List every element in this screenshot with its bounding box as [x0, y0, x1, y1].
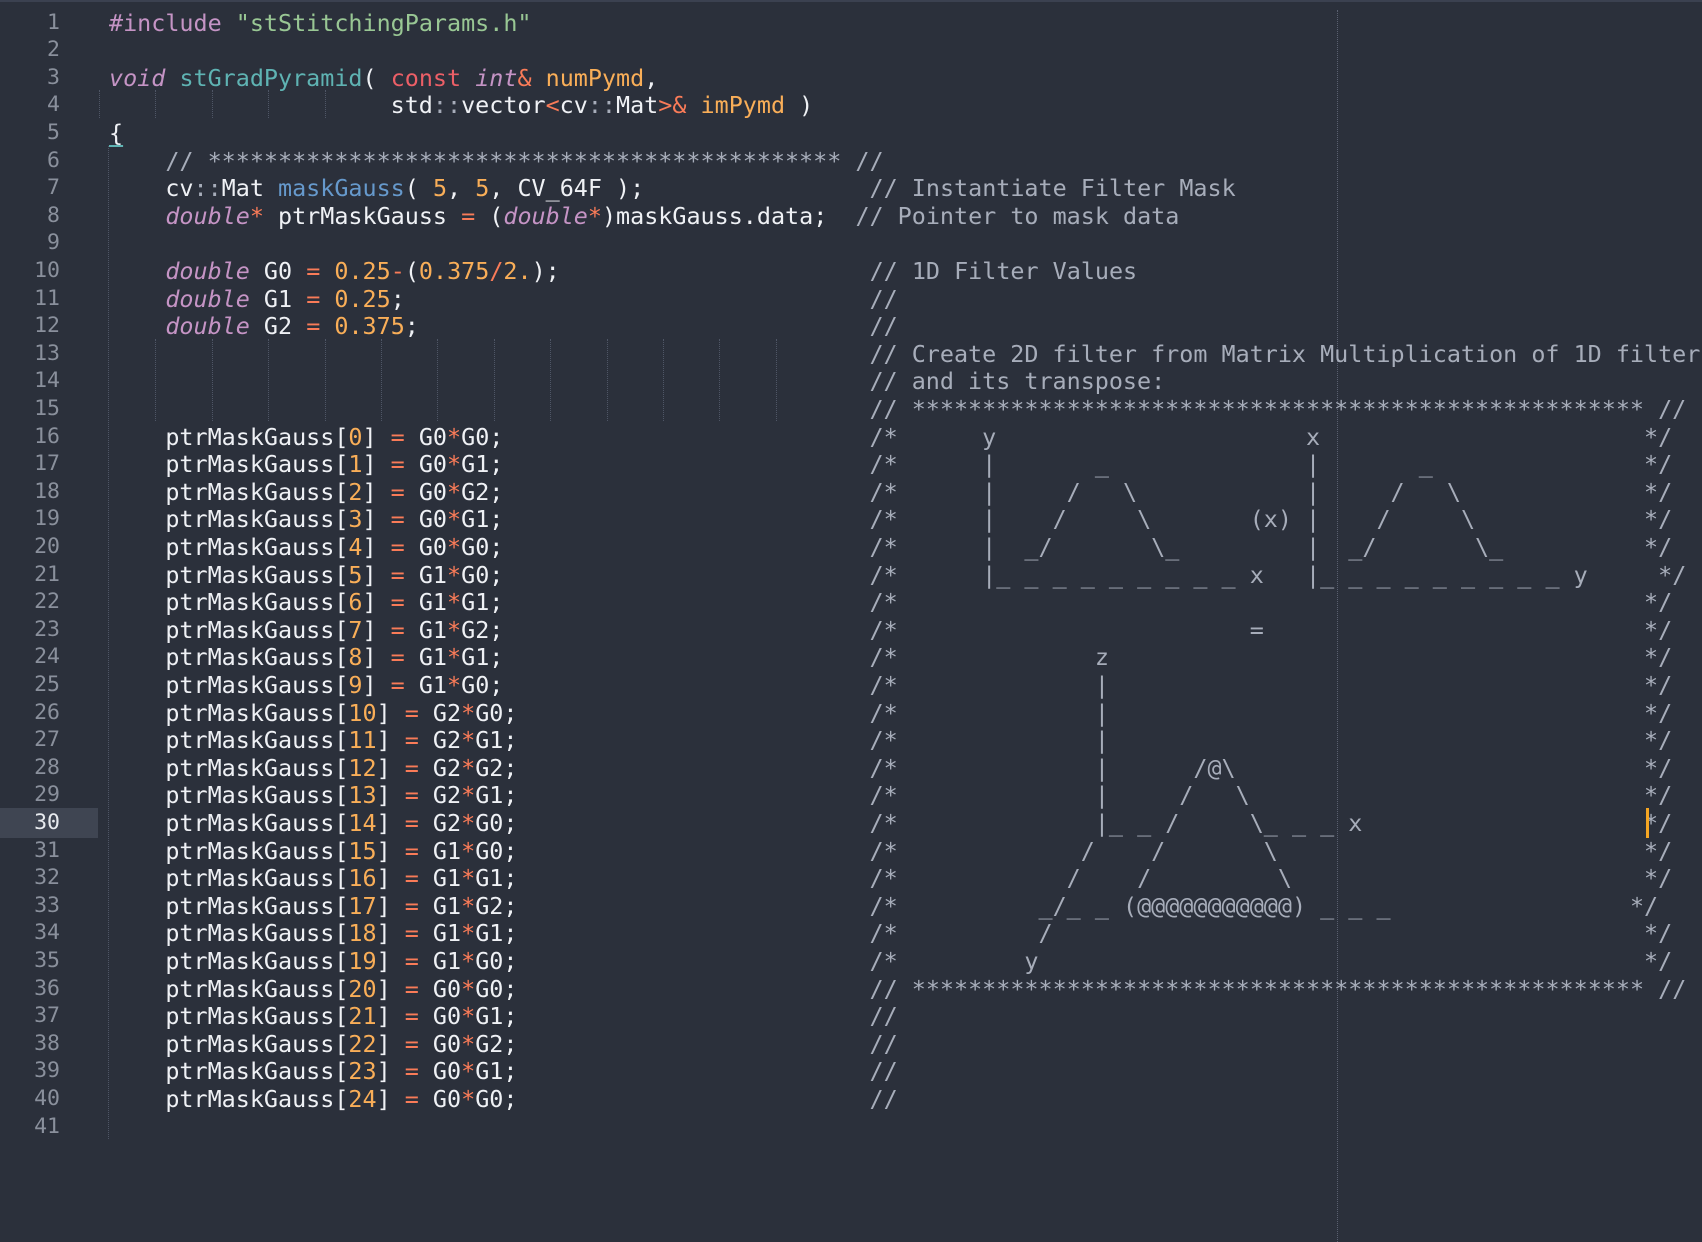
line-number: 31 [34, 837, 60, 863]
line-number: 36 [34, 975, 60, 1001]
code-line[interactable]: ptrMaskGauss[14] = G2*G0; /* |_ _ / \_ _… [109, 808, 1672, 838]
code-line[interactable]: void stGradPyramid( const int& numPymd, [109, 63, 658, 93]
line-number: 33 [34, 892, 60, 918]
line-number: 6 [47, 147, 60, 173]
line-number: 21 [34, 561, 60, 587]
line-number: 25 [34, 671, 60, 697]
line-number: 40 [34, 1085, 60, 1111]
code-line[interactable]: ptrMaskGauss[11] = G2*G1; /* | */ [109, 725, 1672, 755]
line-number: 39 [34, 1058, 60, 1084]
line-number: 19 [34, 506, 60, 532]
code-line[interactable]: ptrMaskGauss[10] = G2*G0; /* | */ [109, 698, 1672, 728]
code-line[interactable]: ptrMaskGauss[5] = G1*G0; /* |_ _ _ _ _ _… [109, 560, 1686, 590]
line-number: 35 [34, 947, 60, 973]
code-line[interactable]: ptrMaskGauss[12] = G2*G2; /* | /@\ */ [109, 753, 1672, 783]
code-line[interactable]: #include "stStitchingParams.h" [109, 8, 532, 38]
indent-guide [99, 90, 100, 118]
line-number: 29 [34, 782, 60, 808]
line-number: 27 [34, 727, 60, 753]
code-line[interactable]: ptrMaskGauss[9] = G1*G0; /* | */ [109, 670, 1672, 700]
code-line[interactable]: ptrMaskGauss[6] = G1*G1; /* */ [109, 587, 1672, 617]
line-number: 2 [47, 37, 60, 63]
code-line[interactable]: ptrMaskGauss[3] = G0*G1; /* | / \ (x) | … [109, 504, 1672, 534]
line-number: 9 [47, 230, 60, 256]
code-line[interactable]: ptrMaskGauss[18] = G1*G1; /* / */ [109, 918, 1672, 948]
line-number: 14 [34, 368, 60, 394]
code-line[interactable]: ptrMaskGauss[8] = G1*G1; /* z */ [109, 642, 1672, 672]
line-number: 4 [47, 92, 60, 118]
line-number: 17 [34, 451, 60, 477]
line-number: 34 [34, 920, 60, 946]
code-line[interactable]: double G0 = 0.25-(0.375/2.); // 1D Filte… [109, 256, 1137, 286]
code-line[interactable]: // *************************************… [109, 146, 883, 176]
code-line[interactable]: double G1 = 0.25; // [109, 284, 897, 314]
line-number: 18 [34, 478, 60, 504]
line-number: 13 [34, 340, 60, 366]
line-number: 28 [34, 754, 60, 780]
code-line[interactable]: ptrMaskGauss[22] = G0*G2; // [109, 1029, 897, 1059]
line-number: 15 [34, 395, 60, 421]
code-line[interactable]: ptrMaskGauss[20] = G0*G0; // ***********… [109, 974, 1686, 1004]
code-line[interactable]: double G2 = 0.375; // [109, 311, 897, 341]
line-number: 10 [34, 257, 60, 283]
line-number: 1 [47, 9, 60, 35]
code-line[interactable]: // *************************************… [109, 394, 1686, 424]
line-number: 41 [34, 1113, 60, 1139]
code-line[interactable]: ptrMaskGauss[24] = G0*G0; // [109, 1084, 897, 1114]
code-line[interactable]: ptrMaskGauss[23] = G0*G1; // [109, 1056, 897, 1086]
text-cursor [1646, 807, 1649, 838]
line-number: 16 [34, 423, 60, 449]
line-number: 23 [34, 616, 60, 642]
code-line[interactable]: ptrMaskGauss[21] = G0*G1; // [109, 1001, 897, 1031]
code-line[interactable]: ptrMaskGauss[2] = G0*G2; /* | / \ | / \ … [109, 477, 1672, 507]
code-area[interactable]: #include "stStitchingParams.h" void stGra… [99, 2, 1702, 1242]
line-number: 8 [47, 202, 60, 228]
line-number: 3 [47, 64, 60, 90]
line-number-gutter[interactable]: 1 2 3 4 5 6 7 8 9 10 11 12 13 14 15 16 17 18 19 20 21 22 23 24 2… [0, 2, 98, 1242]
line-number: 7 [47, 175, 60, 201]
code-editor[interactable]: 1 2 3 4 5 6 7 8 9 10 11 12 13 14 15 16 17 18 19 20 21 22 23 24 2… [0, 0, 1702, 1242]
code-line[interactable]: ptrMaskGauss[16] = G1*G1; /* / / \ */ [109, 863, 1672, 893]
line-number: 38 [34, 1030, 60, 1056]
line-number: 32 [34, 865, 60, 891]
code-line[interactable]: std::vector<cv::Mat>& imPymd ) [109, 90, 814, 120]
code-line[interactable]: double* ptrMaskGauss = (double*)maskGaus… [109, 201, 1179, 231]
code-line[interactable]: ptrMaskGauss[17] = G1*G2; /* _/_ _ (@@@@… [109, 891, 1658, 921]
code-line[interactable]: ptrMaskGauss[1] = G0*G1; /* | _ | _ */ [109, 449, 1672, 479]
code-line[interactable]: // and its transpose: [109, 366, 1165, 396]
line-number: 12 [34, 313, 60, 339]
line-number: 11 [34, 285, 60, 311]
line-number: 37 [34, 1003, 60, 1029]
line-number: 26 [34, 699, 60, 725]
code-line[interactable]: ptrMaskGauss[15] = G1*G0; /* / / \ */ [109, 836, 1672, 866]
code-line[interactable]: // Create 2D filter from Matrix Multipli… [109, 339, 1700, 369]
code-line[interactable]: { [109, 118, 123, 148]
line-number: 20 [34, 533, 60, 559]
code-line[interactable]: ptrMaskGauss[13] = G2*G1; /* | / \ */ [109, 780, 1672, 810]
code-line[interactable]: cv::Mat maskGauss( 5, 5, CV_64F ); // In… [109, 173, 1235, 203]
line-number: 22 [34, 589, 60, 615]
line-number: 30 [34, 809, 60, 835]
line-number: 5 [47, 119, 60, 145]
code-line[interactable]: ptrMaskGauss[4] = G0*G0; /* | _/ \_ | _/… [109, 532, 1672, 562]
code-line[interactable]: ptrMaskGauss[19] = G1*G0; /* y */ [109, 946, 1672, 976]
code-line[interactable]: ptrMaskGauss[0] = G0*G0; /* y x */ [109, 422, 1672, 452]
code-line[interactable]: ptrMaskGauss[7] = G1*G2; /* = */ [109, 615, 1672, 645]
line-number: 24 [34, 644, 60, 670]
